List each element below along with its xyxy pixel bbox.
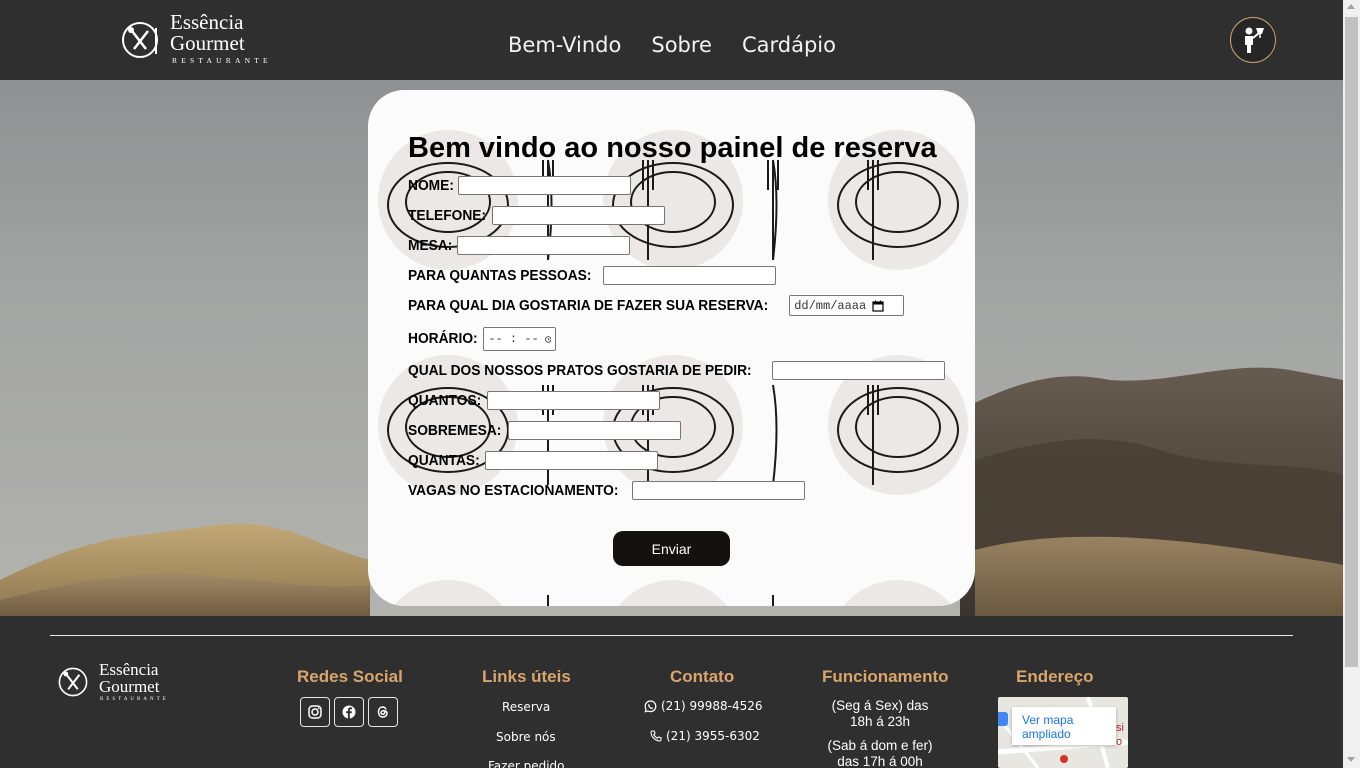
row-sobremesa: SOBREMESA: xyxy=(408,421,682,440)
row-telefone: TELEFONE: xyxy=(408,206,666,225)
address-title: Endereço xyxy=(1016,667,1094,686)
reservation-form: Bem vindo ao nosso painel de reserva NOM… xyxy=(368,90,975,606)
row-nome: NOME: xyxy=(408,176,632,195)
row-quantas: QUANTAS: xyxy=(408,451,659,470)
link-sobre-nos[interactable]: Sobre nós xyxy=(496,730,556,744)
input-telefone[interactable] xyxy=(492,206,666,225)
brand-subtitle: RESTAURANTE xyxy=(172,56,272,65)
input-mesa[interactable] xyxy=(456,236,630,255)
label-sobremesa: SOBREMESA: xyxy=(408,422,502,439)
row-prato: QUAL DOS NOSSOS PRATOS GOSTARIA DE PEDIR… xyxy=(408,361,945,380)
link-fazer-pedido[interactable]: Fazer pedido xyxy=(488,759,565,768)
svg-text:si: si xyxy=(1116,722,1124,734)
map-info-card: Ver mapa ampliado xyxy=(1012,707,1116,745)
input-sobremesa[interactable] xyxy=(508,421,682,440)
row-pessoas: PARA QUANTAS PESSOAS: xyxy=(408,266,777,285)
input-pessoas[interactable] xyxy=(603,266,777,285)
threads-icon xyxy=(377,706,388,718)
contact-phone[interactable]: (21) 3955-6302 xyxy=(650,729,760,743)
label-vagas: VAGAS NO ESTACIONAMENTO: xyxy=(408,482,619,499)
links-title: Links úteis xyxy=(482,667,571,686)
footer-brand-subtitle: RESTAURANTE xyxy=(100,697,169,702)
clock-icon[interactable] xyxy=(544,333,552,346)
scroll-down-arrow-icon[interactable] xyxy=(1347,757,1355,762)
label-quantas: QUANTAS: xyxy=(408,452,480,469)
cutlery-logo-icon xyxy=(58,667,88,697)
phone-icon xyxy=(650,730,662,742)
brand-logo[interactable]: Essência Gourmet RESTAURANTE xyxy=(120,12,290,68)
label-pessoas: PARA QUANTAS PESSOAS: xyxy=(408,267,592,284)
time-input[interactable]: -- : -- xyxy=(483,327,557,351)
instagram-button[interactable] xyxy=(300,697,330,727)
svg-text:o: o xyxy=(1116,736,1122,748)
reservation-card: Bem vindo ao nosso painel de reserva NOM… xyxy=(368,90,975,606)
main-nav: Bem-Vindo Sobre Cardápio xyxy=(508,33,836,57)
form-title: Bem vindo ao nosso painel de reserva xyxy=(408,132,937,164)
footer-logo[interactable]: Essência Gourmet RESTAURANTE xyxy=(57,661,187,703)
input-quantos[interactable] xyxy=(487,391,661,410)
footer-divider xyxy=(50,635,1293,636)
waiter-avatar-button[interactable] xyxy=(1230,17,1276,63)
label-dia: PARA QUAL DIA GOSTARIA DE FAZER SUA RESE… xyxy=(408,297,769,314)
map-enlarge-link[interactable]: Ver mapa ampliado xyxy=(1022,713,1102,741)
nav-bem-vindo[interactable]: Bem-Vindo xyxy=(508,33,621,57)
label-nome: NOME: xyxy=(408,177,454,194)
top-navbar: Essência Gourmet RESTAURANTE Bem-Vindo S… xyxy=(0,0,1343,80)
row-horario: HORÁRIO: -- : -- xyxy=(408,327,557,351)
phone-number: (21) 3955-6302 xyxy=(666,729,760,743)
hours-weekend: (Sab á dom e fer) das 17h á 00h xyxy=(827,738,933,768)
footer-brand-title: Essência Gourmet xyxy=(99,660,160,696)
facebook-icon xyxy=(342,705,356,719)
nav-sobre[interactable]: Sobre xyxy=(651,33,712,57)
input-nome[interactable] xyxy=(458,176,632,195)
contact-title: Contato xyxy=(670,667,735,686)
scroll-up-arrow-icon[interactable] xyxy=(1347,4,1355,9)
contact-whatsapp[interactable]: (21) 99988-4526 xyxy=(644,699,763,713)
input-quantas[interactable] xyxy=(485,451,659,470)
whatsapp-number: (21) 99988-4526 xyxy=(661,699,763,713)
row-vagas: VAGAS NO ESTACIONAMENTO: xyxy=(408,481,805,500)
instagram-icon xyxy=(308,705,322,719)
nav-cardapio[interactable]: Cardápio xyxy=(742,33,836,57)
hours-weekdays: (Seg á Sex) das 18h á 23h xyxy=(831,698,929,729)
label-horario: HORÁRIO: xyxy=(408,331,478,347)
map-embed[interactable]: si o Ver mapa ampliado xyxy=(998,697,1128,768)
input-prato[interactable] xyxy=(771,361,945,380)
submit-button[interactable]: Enviar xyxy=(613,531,730,566)
social-title: Redes Social xyxy=(297,667,403,686)
time-placeholder: -- : -- xyxy=(488,332,539,346)
date-input[interactable]: dd/mm/aaaa xyxy=(789,295,905,316)
calendar-icon[interactable] xyxy=(872,300,884,312)
page-scrollbar[interactable] xyxy=(1343,0,1360,768)
input-vagas[interactable] xyxy=(631,481,805,500)
brand-title: Essência Gourmet xyxy=(170,10,245,55)
waiter-icon xyxy=(1245,27,1264,53)
threads-button[interactable] xyxy=(368,697,398,727)
row-quantos: QUANTOS: xyxy=(408,391,661,410)
social-buttons xyxy=(300,697,398,727)
label-mesa: MESA: xyxy=(408,237,453,254)
whatsapp-icon xyxy=(644,699,657,713)
label-prato: QUAL DOS NOSSOS PRATOS GOSTARIA DE PEDIR… xyxy=(408,362,752,379)
date-placeholder: dd/mm/aaaa xyxy=(794,298,867,313)
scroll-thumb[interactable] xyxy=(1345,17,1358,667)
row-dia: PARA QUAL DIA GOSTARIA DE FAZER SUA RESE… xyxy=(408,295,905,316)
map-marker-icon xyxy=(998,712,1008,726)
cutlery-logo-icon xyxy=(122,22,158,58)
row-mesa: MESA: xyxy=(408,236,630,255)
footer: Essência Gourmet RESTAURANTE Redes Socia… xyxy=(0,616,1343,768)
facebook-button[interactable] xyxy=(334,697,364,727)
hours-title: Funcionamento xyxy=(822,667,949,686)
label-telefone: TELEFONE: xyxy=(408,207,487,224)
link-reserva[interactable]: Reserva xyxy=(502,700,550,714)
label-quantos: QUANTOS: xyxy=(408,392,482,409)
